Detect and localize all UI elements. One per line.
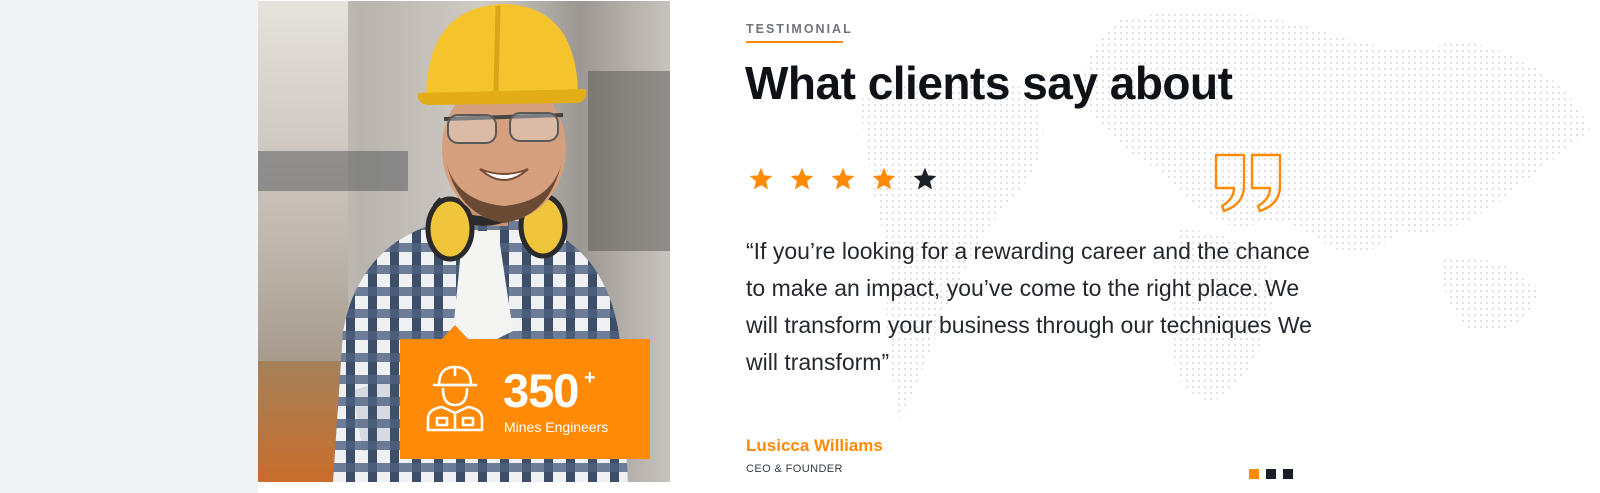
star-icon [913, 167, 937, 190]
eyebrow-underline [746, 41, 843, 43]
star-icon [831, 167, 855, 190]
stat-label: Mines Engineers [504, 419, 609, 435]
stat-card-pointer [442, 325, 468, 339]
star-icon [749, 167, 773, 190]
star-icon [872, 167, 896, 190]
quote-icon [1214, 153, 1282, 213]
section-eyebrow: TESTIMONIAL [746, 22, 853, 36]
author-role: CEO & FOUNDER [746, 463, 843, 475]
stat-suffix: + [584, 367, 596, 389]
star-icon [790, 167, 814, 190]
testimonial-quote: “If you’re looking for a rewarding caree… [746, 238, 1312, 375]
slider-dot[interactable] [1266, 469, 1276, 479]
engineer-icon [426, 365, 484, 432]
section-heading: What clients say about [745, 57, 1233, 109]
rating-stars [748, 166, 938, 192]
slider-dot[interactable] [1283, 469, 1293, 479]
author-name: Lusicca Williams [746, 436, 883, 455]
stat-number: 350 [503, 364, 579, 417]
slider-dot[interactable] [1249, 469, 1259, 479]
engineers-stat-card: 350 + Mines Engineers [400, 325, 650, 459]
slider-pagination [1249, 469, 1293, 479]
side-background [0, 0, 258, 493]
